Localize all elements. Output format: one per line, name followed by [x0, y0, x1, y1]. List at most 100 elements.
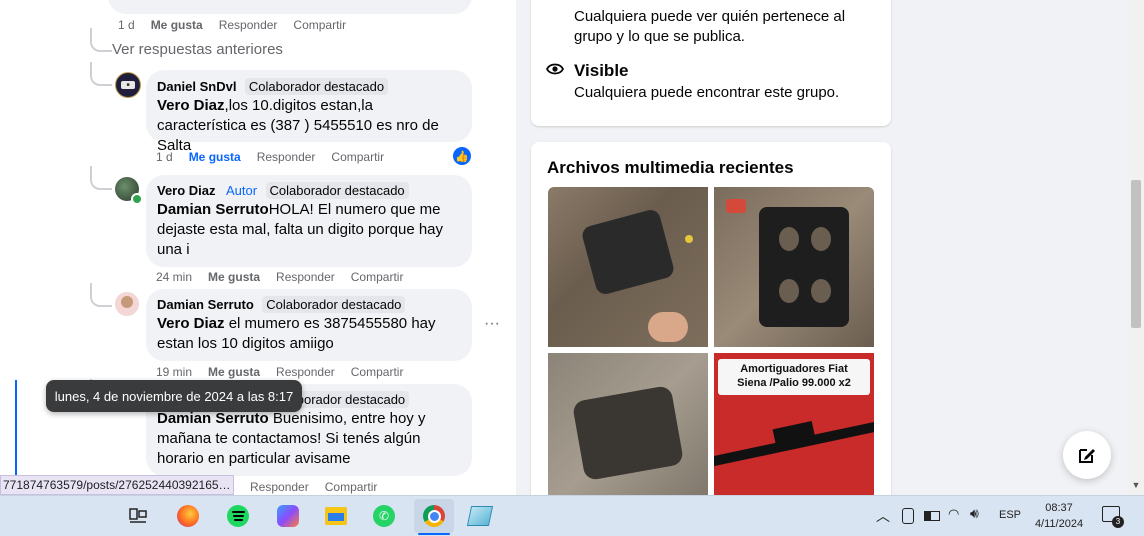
- thread-line: [90, 62, 112, 86]
- media-thumbnail[interactable]: [714, 187, 874, 347]
- comment-bubble: Daniel SnDvl Colaborador destacado Vero …: [146, 70, 472, 154]
- mention-link[interactable]: Vero Diaz: [157, 315, 225, 332]
- comment-time[interactable]: 19 min: [156, 365, 192, 379]
- comment-text: Vero Diaz,los 10.digitos estan,la caract…: [157, 96, 463, 156]
- compose-icon: [1079, 449, 1095, 463]
- media-thumbnail[interactable]: Amortiguadores Fiat Siena /Palio 99.000 …: [714, 353, 874, 503]
- comment-author[interactable]: Damian Serruto: [157, 297, 254, 312]
- thread-line: [90, 28, 112, 52]
- clock[interactable]: 08:37 4/11/2024: [1032, 500, 1086, 532]
- chrome-icon[interactable]: [414, 499, 454, 533]
- author-role-label: Autor: [225, 183, 258, 198]
- comment-bubble: Damian Serruto Colaborador destacado Ver…: [146, 289, 472, 361]
- volume-icon[interactable]: 🔊︎: [970, 505, 979, 522]
- scroll-up-area: [1128, 0, 1144, 8]
- firefox-icon[interactable]: [174, 502, 202, 530]
- file-explorer-icon[interactable]: [322, 502, 350, 530]
- like-reaction-icon[interactable]: 👍: [453, 147, 471, 165]
- timestamp-tooltip: lunes, 4 de noviembre de 2024 a las 8:17: [46, 380, 302, 412]
- avatar[interactable]: [115, 292, 139, 316]
- comment-text: Damian SerrutoHOLA! El numero que me dej…: [157, 200, 457, 260]
- comment-text: Damian Serruto Buenisimo, entre hoy y ma…: [157, 409, 457, 469]
- mention-link[interactable]: Damian Serruto: [157, 201, 269, 218]
- comment-actions: 24 min Me gusta Responder Compartir: [156, 270, 403, 284]
- task-view-icon[interactable]: [124, 502, 152, 530]
- notepad-icon[interactable]: [466, 502, 494, 530]
- object-image: [685, 235, 693, 243]
- show-hidden-icons-icon[interactable]: ︿: [876, 506, 890, 526]
- promo-line-1: Amortiguadores Fiat: [740, 363, 848, 375]
- private-description: Cualquiera puede ver quién pertenece al …: [574, 8, 846, 45]
- avatar[interactable]: ■: [115, 72, 141, 98]
- language-indicator[interactable]: ESP: [999, 509, 1021, 521]
- comment-time[interactable]: 1 d: [118, 18, 135, 32]
- visible-description: Cualquiera puede encontrar este grupo.: [574, 84, 840, 101]
- foot-image: [648, 312, 688, 342]
- comment-actions: 1 d Me gusta Responder Compartir: [156, 150, 384, 164]
- media-thumbnail[interactable]: [548, 187, 708, 347]
- windows-taskbar: ✆ ︿ ◠ 🔊︎ ESP 08:37 4/11/2024 3: [0, 495, 1144, 536]
- comment-bubble-top: [108, 0, 472, 14]
- object-image: [726, 199, 746, 213]
- wifi-icon[interactable]: ◠: [948, 506, 959, 522]
- new-message-button[interactable]: [1063, 431, 1111, 479]
- comment-time[interactable]: 24 min: [156, 270, 192, 284]
- featured-contributor-badge: Colaborador destacado: [265, 182, 409, 199]
- comment-time[interactable]: 1 d: [156, 150, 173, 164]
- reply-button[interactable]: Responder: [219, 18, 278, 32]
- comment-author[interactable]: Vero Diaz: [157, 183, 216, 198]
- reply-button[interactable]: Responder: [257, 150, 316, 164]
- like-button[interactable]: Me gusta: [189, 150, 241, 164]
- manifold-port: [811, 227, 831, 251]
- thread-line: [90, 166, 112, 190]
- link-status-url: 771874763579/posts/276252440392165…: [0, 475, 234, 495]
- comment-actions: 19 min Me gusta Responder Compartir: [156, 365, 403, 379]
- reply-button[interactable]: Responder: [250, 480, 309, 494]
- intake-manifold-image: [759, 207, 849, 327]
- whatsapp-icon[interactable]: ✆: [370, 502, 398, 530]
- reply-button[interactable]: Responder: [276, 365, 335, 379]
- scrollbar-thumb[interactable]: [1131, 180, 1141, 328]
- comment-author[interactable]: Daniel SnDvl: [157, 79, 236, 94]
- meet-now-icon[interactable]: [902, 508, 914, 524]
- clock-date: 4/11/2024: [1034, 518, 1084, 530]
- copilot-icon[interactable]: [274, 502, 302, 530]
- battery-icon[interactable]: [924, 511, 940, 521]
- scroll-down-arrow-icon[interactable]: ▼: [1130, 480, 1142, 492]
- recent-media-card: Archivos multimedia recientes Amortiguad…: [531, 142, 891, 503]
- featured-contributor-badge: Colaborador destacado: [244, 78, 389, 95]
- group-about-card: Cualquiera puede ver quién pertenece al …: [531, 0, 891, 126]
- thread-line: [90, 283, 112, 307]
- comment-actions: 1 d Me gusta Responder Compartir: [118, 18, 346, 32]
- more-options-icon[interactable]: ···: [484, 315, 500, 333]
- featured-contributor-badge: Colaborador destacado: [262, 296, 406, 313]
- reply-button[interactable]: Responder: [276, 270, 335, 284]
- share-button[interactable]: Compartir: [293, 18, 346, 32]
- manifold-port: [811, 279, 831, 303]
- mention-link[interactable]: Damian Serruto: [157, 410, 269, 427]
- share-button[interactable]: Compartir: [351, 270, 404, 284]
- notification-count-badge: 3: [1112, 516, 1124, 528]
- avatar-image: [121, 296, 133, 308]
- avatar-logo-icon: ■: [121, 81, 135, 89]
- mention-link[interactable]: Vero Diaz: [157, 97, 225, 114]
- share-button[interactable]: Compartir: [351, 365, 404, 379]
- page-margin: [0, 0, 14, 495]
- promo-text: Amortiguadores Fiat Siena /Palio 99.000 …: [720, 362, 868, 390]
- media-thumbnail[interactable]: [548, 353, 708, 503]
- like-button[interactable]: Me gusta: [151, 18, 203, 32]
- intake-manifold-image: [580, 207, 676, 297]
- like-button[interactable]: Me gusta: [208, 365, 260, 379]
- spotify-icon[interactable]: [224, 502, 252, 530]
- share-button[interactable]: Compartir: [325, 480, 378, 494]
- online-status-icon: [131, 193, 143, 205]
- view-previous-replies-link[interactable]: Ver respuestas anteriores: [112, 41, 283, 58]
- manifold-port: [779, 279, 799, 303]
- comment-text: Vero Diaz el mumero es 3875455580 hay es…: [157, 314, 457, 354]
- like-button[interactable]: Me gusta: [208, 270, 260, 284]
- share-button[interactable]: Compartir: [331, 150, 384, 164]
- intake-manifold-image: [571, 384, 685, 482]
- recent-media-title: Archivos multimedia recientes: [547, 158, 794, 177]
- clock-time: 08:37: [1045, 502, 1073, 514]
